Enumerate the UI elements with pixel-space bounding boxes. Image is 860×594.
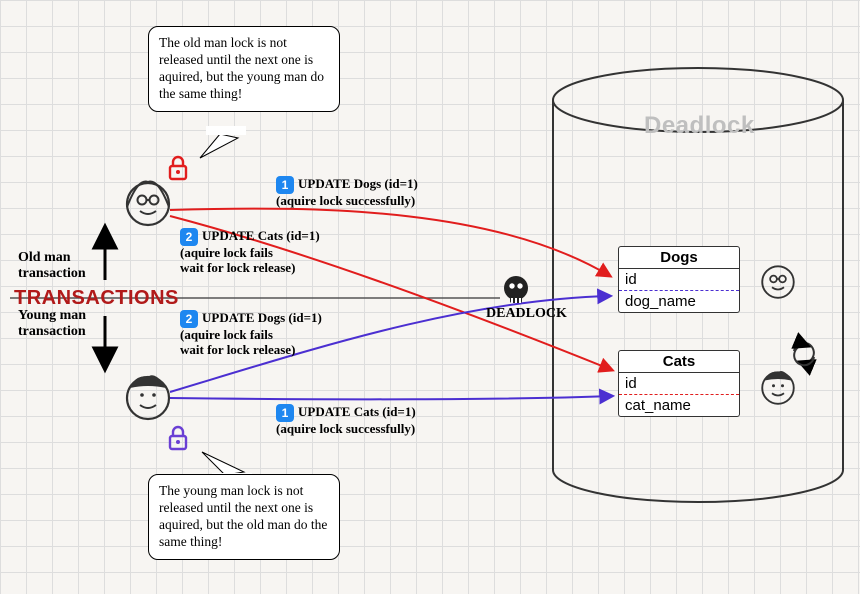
young-man-icon — [127, 375, 169, 419]
old-man-small-icon — [762, 266, 794, 298]
deadlock-label: DEADLOCK — [486, 306, 567, 322]
old-man-icon — [127, 182, 169, 225]
young-man-small-icon — [762, 371, 794, 404]
skull-icon — [504, 276, 528, 303]
lock-red-icon — [170, 157, 186, 179]
table-dogs-col-name: dog_name — [619, 291, 739, 312]
speech-young-man: The young man lock is not released until… — [148, 474, 340, 560]
badge-1-icon: 1 — [276, 176, 294, 194]
speech-old-man: The old man lock is not released until t… — [148, 26, 340, 112]
badge-2-icon: 2 — [180, 228, 198, 246]
db-title: Deadlock — [644, 112, 755, 140]
table-cats-title: Cats — [619, 351, 739, 373]
table-dogs-col-id: id — [619, 269, 739, 291]
transactions-label: TRANSACTIONS — [14, 287, 179, 310]
young-step1: 1UPDATE Cats (id=1) (aquire lock success… — [276, 404, 416, 437]
old-step1: 1UPDATE Dogs (id=1) (aquire lock success… — [276, 176, 418, 209]
table-cats: Cats id cat_name — [618, 350, 740, 417]
table-cats-col-name: cat_name — [619, 395, 739, 416]
table-cats-col-id: id — [619, 373, 739, 395]
cycle-icon — [794, 343, 814, 365]
table-dogs-title: Dogs — [619, 247, 739, 269]
old-step2: 2UPDATE Cats (id=1) (aquire lock fails w… — [180, 228, 320, 276]
table-dogs: Dogs id dog_name — [618, 246, 740, 313]
old-man-label: Old man transaction — [18, 250, 86, 282]
badge-2-icon: 2 — [180, 310, 198, 328]
badge-1-icon: 1 — [276, 404, 294, 422]
young-step2: 2UPDATE Dogs (id=1) (aquire lock fails w… — [180, 310, 322, 358]
young-man-label: Young man transaction — [18, 308, 86, 340]
lock-purple-icon — [170, 427, 186, 449]
